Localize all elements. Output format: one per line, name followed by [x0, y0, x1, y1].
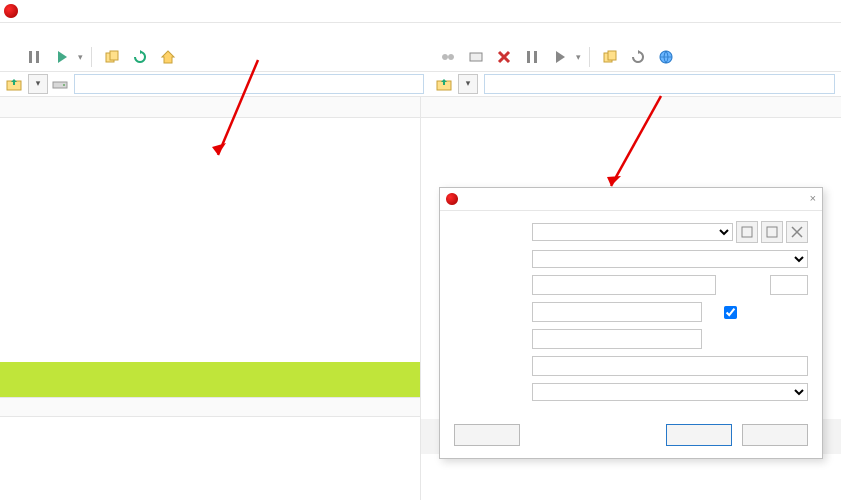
remote-play-button[interactable] [548, 45, 572, 69]
drive-dropdown-button[interactable]: ▾ [28, 74, 48, 94]
default-button[interactable] [454, 424, 520, 446]
app-logo-icon [4, 4, 18, 18]
window-maximize-button[interactable] [781, 2, 809, 20]
pause-button[interactable] [22, 45, 46, 69]
close-button[interactable] [742, 424, 808, 446]
local-path-input[interactable] [74, 74, 424, 94]
remote-play-dropdown-icon[interactable]: ▾ [576, 52, 581, 63]
url-input[interactable] [532, 275, 716, 295]
dialog-close-button[interactable]: × [810, 193, 816, 205]
connection-type-select[interactable] [532, 250, 808, 268]
remote-globe-button[interactable] [654, 45, 678, 69]
refresh-button[interactable] [128, 45, 152, 69]
anonymous-checkbox[interactable] [724, 306, 737, 319]
connect-button[interactable] [666, 424, 732, 446]
remote-copy-button[interactable] [598, 45, 622, 69]
remote-disconnect-button[interactable] [436, 45, 460, 69]
folder-up-icon[interactable] [6, 76, 22, 92]
remotepath-input[interactable] [532, 356, 808, 376]
remote-abort-button[interactable] [492, 45, 516, 69]
history-select[interactable] [532, 223, 733, 241]
remote-refresh-button[interactable] [626, 45, 650, 69]
username-input[interactable] [532, 302, 702, 322]
drive-icon [52, 76, 68, 92]
dialog-logo-icon [446, 193, 458, 205]
queue-list[interactable] [0, 417, 420, 500]
history-btn-1[interactable] [736, 221, 758, 243]
history-btn-2[interactable] [761, 221, 783, 243]
remote-pause-button[interactable] [520, 45, 544, 69]
proxy-select[interactable] [532, 383, 808, 401]
home-button[interactable] [156, 45, 180, 69]
window-minimize-button[interactable] [753, 2, 781, 20]
window-close-button[interactable] [809, 2, 837, 20]
play-dropdown-icon[interactable]: ▾ [78, 52, 83, 63]
remote-pane: × [421, 97, 841, 500]
history-btn-3[interactable] [786, 221, 808, 243]
remote-folder-up-icon[interactable] [436, 76, 452, 92]
copy-button[interactable] [100, 45, 124, 69]
remote-drive-dropdown-button[interactable]: ▾ [458, 74, 478, 94]
remote-path-input[interactable] [484, 74, 835, 94]
port-input[interactable] [770, 275, 808, 295]
quick-connect-dialog: × [439, 187, 823, 459]
local-pane [0, 97, 421, 500]
password-input[interactable] [532, 329, 702, 349]
remote-connect-button[interactable] [464, 45, 488, 69]
play-button[interactable] [50, 45, 74, 69]
